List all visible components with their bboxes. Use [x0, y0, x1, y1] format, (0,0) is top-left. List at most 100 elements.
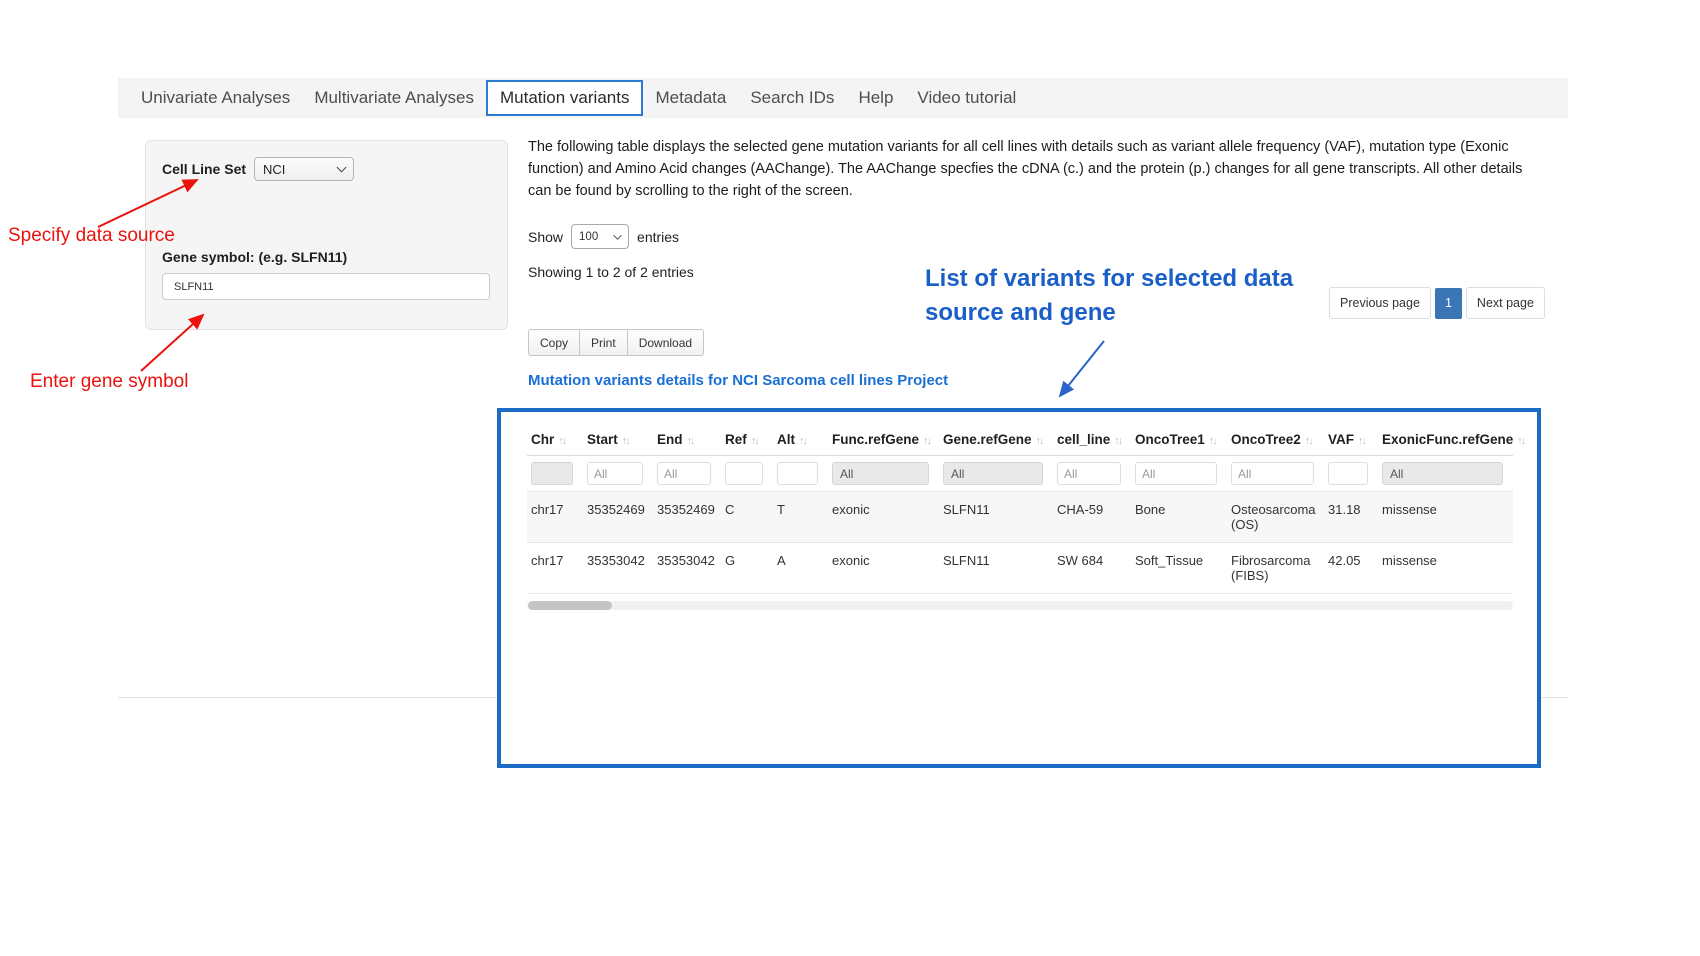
scrollbar-thumb[interactable]	[528, 601, 612, 610]
column-filter-input[interactable]	[587, 462, 643, 485]
table-cell: A	[773, 543, 828, 594]
column-header-ref[interactable]: Ref↑↓	[721, 424, 773, 456]
download-button[interactable]: Download	[627, 329, 704, 356]
cell-line-set-row: Cell Line Set NCI	[162, 157, 354, 181]
table-cell: Fibrosarcoma (FIBS)	[1227, 543, 1324, 594]
sort-icon: ↑↓	[1114, 435, 1121, 447]
tab-search-ids[interactable]: Search IDs	[738, 80, 846, 116]
column-label: Func.refGene	[832, 432, 919, 447]
table-cell: 35353042	[653, 543, 721, 594]
column-filter-input[interactable]	[1328, 462, 1368, 485]
sort-icon: ↑↓	[687, 435, 694, 447]
filter-cell	[1227, 456, 1324, 492]
sort-icon: ↑↓	[1358, 435, 1365, 447]
filter-cell	[1053, 456, 1131, 492]
table-header-row: Chr↑↓Start↑↓End↑↓Ref↑↓Alt↑↓Func.refGene↑…	[527, 424, 1513, 456]
tab-video-tutorial[interactable]: Video tutorial	[905, 80, 1028, 116]
table-cell: CHA-59	[1053, 492, 1131, 543]
table-cell: 42.05	[1324, 543, 1378, 594]
sort-icon: ↑↓	[1517, 435, 1524, 447]
export-buttons: CopyPrintDownload	[528, 329, 703, 356]
table-row: chr173535246935352469CTexonicSLFN11CHA-5…	[527, 492, 1513, 543]
tab-help[interactable]: Help	[846, 80, 905, 116]
filter-cell	[721, 456, 773, 492]
column-filter-input[interactable]	[1231, 462, 1314, 485]
column-header-oncotree1[interactable]: OncoTree1 ↑↓	[1131, 424, 1227, 456]
column-label: OncoTree1	[1135, 432, 1205, 447]
tab-univariate-analyses[interactable]: Univariate Analyses	[129, 80, 302, 116]
annotation-enter-gene-symbol: Enter gene symbol	[30, 371, 188, 393]
filter-cell: All	[828, 456, 939, 492]
next-page-button[interactable]: Next page	[1466, 287, 1545, 319]
column-label: Ref	[725, 432, 747, 447]
sort-icon: ↑↓	[799, 435, 806, 447]
table-cell: SLFN11	[939, 492, 1053, 543]
table-row: chr173535304235353042GAexonicSLFN11SW 68…	[527, 543, 1513, 594]
column-filter-input[interactable]	[777, 462, 818, 485]
column-header-cell-line[interactable]: cell_line↑↓	[1053, 424, 1131, 456]
column-header-func-refgene[interactable]: Func.refGene↑↓	[828, 424, 939, 456]
table-cell: C	[721, 492, 773, 543]
filter-cell	[583, 456, 653, 492]
column-filter-input[interactable]	[725, 462, 763, 485]
sort-icon: ↑↓	[558, 435, 565, 447]
column-header-start[interactable]: Start↑↓	[583, 424, 653, 456]
entries-label: entries	[637, 229, 679, 245]
previous-page-button[interactable]: Previous page	[1329, 287, 1431, 319]
sort-icon: ↑↓	[1036, 435, 1043, 447]
filter-cell	[653, 456, 721, 492]
table-cell: 31.18	[1324, 492, 1378, 543]
column-header-vaf[interactable]: VAF ↑↓	[1324, 424, 1378, 456]
page-length-select[interactable]: 100	[571, 224, 629, 249]
gene-symbol-input[interactable]	[162, 273, 490, 300]
gene-symbol-label: Gene symbol: (e.g. SLFN11)	[162, 249, 347, 265]
column-header-oncotree2[interactable]: OncoTree2↑↓	[1227, 424, 1324, 456]
table-cell: missense	[1378, 543, 1513, 594]
sort-icon: ↑↓	[1209, 435, 1216, 447]
table-cell: Bone	[1131, 492, 1227, 543]
table-cell: exonic	[828, 492, 939, 543]
chevron-down-icon	[613, 231, 621, 239]
column-filter-input[interactable]	[657, 462, 711, 485]
column-filter-input[interactable]	[1057, 462, 1121, 485]
table-cell: 35353042	[583, 543, 653, 594]
tab-metadata[interactable]: Metadata	[643, 80, 738, 116]
column-label: ExonicFunc.refGene	[1382, 432, 1513, 447]
column-filter-select[interactable]: All	[943, 462, 1043, 485]
column-header-end[interactable]: End ↑↓	[653, 424, 721, 456]
cell-line-set-select[interactable]: NCI	[254, 157, 354, 181]
filter-cell	[1131, 456, 1227, 492]
tab-multivariate-analyses[interactable]: Multivariate Analyses	[302, 80, 486, 116]
column-label: VAF	[1328, 432, 1354, 447]
page-number-button[interactable]: 1	[1435, 288, 1462, 319]
table-body: chr173535246935352469CTexonicSLFN11CHA-5…	[527, 492, 1513, 594]
column-label: Alt	[777, 432, 795, 447]
annotation-specify-data-source: Specify data source	[8, 225, 175, 247]
horizontal-scrollbar[interactable]	[527, 601, 1513, 610]
column-header-alt[interactable]: Alt ↑↓	[773, 424, 828, 456]
table-cell: chr17	[527, 492, 583, 543]
column-filter-select[interactable]: All	[832, 462, 929, 485]
column-label: Start	[587, 432, 618, 447]
show-entries-control: Show 100 entries	[528, 224, 679, 249]
table-cell: exonic	[828, 543, 939, 594]
column-header-chr[interactable]: Chr↑↓	[527, 424, 583, 456]
column-filter-select[interactable]: All	[1382, 462, 1503, 485]
controls-panel: Cell Line Set NCI Gene symbol: (e.g. SLF…	[145, 140, 508, 330]
copy-button[interactable]: Copy	[528, 329, 580, 356]
tab-mutation-variants[interactable]: Mutation variants	[486, 80, 643, 116]
print-button[interactable]: Print	[579, 329, 628, 356]
column-header-gene-refgene[interactable]: Gene.refGene↑↓	[939, 424, 1053, 456]
page-length-value: 100	[579, 231, 598, 243]
show-label: Show	[528, 229, 563, 245]
table-caption: Mutation variants details for NCI Sarcom…	[528, 372, 948, 389]
column-header-exonicfunc-refgene[interactable]: ExonicFunc.refGene↑↓	[1378, 424, 1513, 456]
table-cell: G	[721, 543, 773, 594]
column-filter-input[interactable]	[1135, 462, 1217, 485]
column-filter-select[interactable]	[531, 462, 573, 485]
column-label: End	[657, 432, 683, 447]
sort-icon: ↑↓	[1305, 435, 1312, 447]
table-cell: Osteosarcoma (OS)	[1227, 492, 1324, 543]
table-cell: 35352469	[653, 492, 721, 543]
variants-table-container: Chr↑↓Start↑↓End↑↓Ref↑↓Alt↑↓Func.refGene↑…	[497, 408, 1541, 768]
